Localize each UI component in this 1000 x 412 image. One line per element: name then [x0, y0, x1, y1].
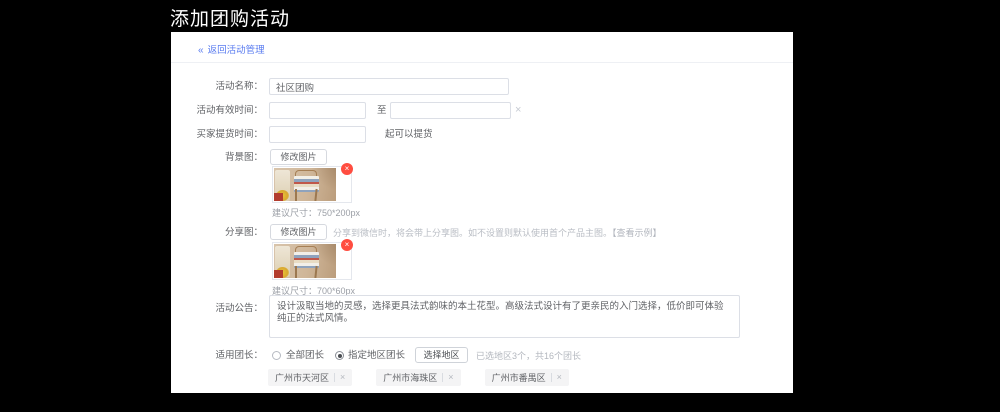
region-tag: 广州市番禺区 ×: [484, 369, 569, 386]
header-divider: [171, 62, 793, 63]
leader-label: 适用团长：: [215, 350, 263, 361]
tag-close-icon[interactable]: ×: [448, 369, 453, 386]
bg-image-remove-icon[interactable]: ×: [341, 163, 353, 175]
share-image-thumbnail: [272, 242, 352, 280]
bg-image-change-button[interactable]: 修改图片: [270, 149, 327, 165]
valid-time-label: 活动有效时间：: [196, 105, 263, 116]
region-tag-list: 广州市天河区 × 广州市海珠区 × 广州市番禺区 ×: [268, 369, 593, 386]
tag-close-icon[interactable]: ×: [340, 369, 345, 386]
photo-chair-leg: [314, 188, 318, 201]
bg-image-thumbnail: [272, 166, 352, 203]
pickup-time-suffix: 起可以提货: [385, 129, 433, 140]
valid-time-separator: 至: [377, 105, 387, 116]
view-example-link[interactable]: 【查看示例】: [612, 228, 662, 238]
tag-divider: [550, 373, 552, 382]
region-tag-label: 广州市番禺区: [491, 373, 546, 383]
tag-divider: [442, 373, 444, 382]
valid-time-clear-icon[interactable]: ×: [515, 102, 521, 119]
bg-image-label: 背景图：: [224, 152, 263, 163]
radio-all-leaders[interactable]: [272, 351, 281, 360]
bg-image-photo: [274, 168, 336, 201]
photo-chair-leg: [295, 189, 297, 201]
share-image-remove-icon[interactable]: ×: [341, 239, 353, 251]
select-region-button[interactable]: 选择地区: [415, 347, 468, 363]
share-image-photo: [274, 244, 336, 278]
pickup-time-label: 买家提货时间：: [196, 129, 263, 140]
double-chevron-left-icon: «: [198, 45, 204, 56]
notice-label: 活动公告：: [215, 303, 263, 314]
share-image-change-button[interactable]: 修改图片: [270, 224, 327, 240]
radio-region-leaders[interactable]: [335, 351, 344, 360]
form-panel: «返回活动管理 活动名称： 活动有效时间： 至 × 买家提货时间： 起可以提货 …: [171, 32, 793, 393]
region-summary-text: 已选地区3个，共16个团长: [476, 351, 582, 361]
share-image-label: 分享图：: [224, 227, 263, 238]
photo-red-corner: [274, 270, 283, 278]
photo-chair-leg: [295, 266, 297, 278]
page-title: 添加团购活动: [170, 9, 291, 30]
share-image-hint-text: 分享到微信时，将会带上分享图。如不设置则默认使用首个产品主图。: [333, 228, 613, 238]
share-image-hint: 分享到微信时，将会带上分享图。如不设置则默认使用首个产品主图。【查看示例】: [333, 227, 662, 239]
bg-image-size-hint: 建议尺寸：750*200px: [272, 208, 361, 218]
activity-name-input[interactable]: [269, 78, 509, 95]
region-tag: 广州市天河区 ×: [268, 369, 353, 386]
pickup-time-input[interactable]: [269, 126, 366, 143]
tag-close-icon[interactable]: ×: [557, 369, 562, 386]
valid-time-end-input[interactable]: [390, 102, 511, 119]
radio-all-leaders-label[interactable]: 全部团长: [286, 348, 324, 364]
activity-name-label: 活动名称：: [215, 81, 263, 92]
region-tag: 广州市海珠区 ×: [376, 369, 461, 386]
page: 添加团购活动 «返回活动管理 活动名称： 活动有效时间： 至 × 买家提货时间：…: [0, 0, 1000, 412]
back-link-label: 返回活动管理: [207, 45, 265, 56]
tag-divider: [334, 373, 336, 382]
photo-red-corner: [274, 193, 283, 201]
back-to-activity-management-link[interactable]: «返回活动管理: [198, 42, 265, 56]
valid-time-start-input[interactable]: [269, 102, 366, 119]
radio-region-leaders-label[interactable]: 指定地区团长: [348, 348, 405, 364]
notice-textarea[interactable]: 设计汲取当地的灵感，选择更具法式韵味的本土花型。高级法式设计有了更亲民的入门选择…: [269, 295, 740, 338]
photo-chair-leg: [314, 265, 318, 278]
region-tag-label: 广州市天河区: [275, 373, 330, 383]
region-tag-label: 广州市海珠区: [383, 373, 438, 383]
